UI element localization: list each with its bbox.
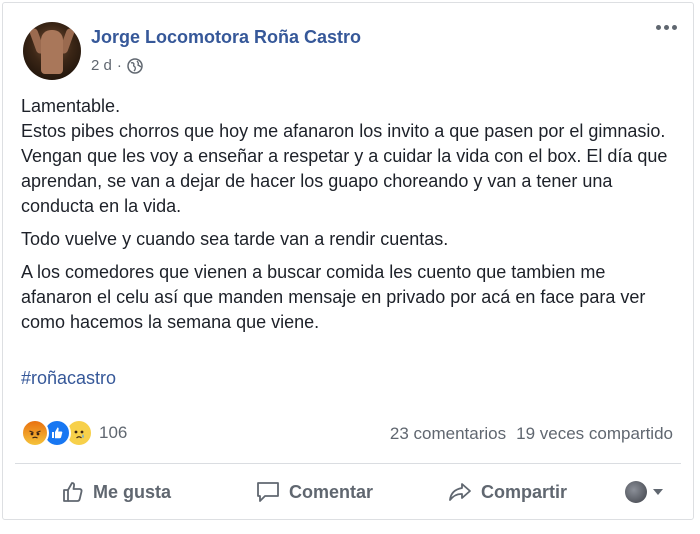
more-dot [664, 25, 669, 30]
globe-icon[interactable] [127, 57, 143, 74]
post-paragraph: Lamentable. [21, 96, 121, 116]
reaction-count[interactable]: 106 [99, 423, 127, 443]
comment-bubble-icon [255, 480, 281, 504]
thumbs-up-icon [61, 480, 85, 504]
angry-reaction-icon [21, 419, 49, 447]
shares-count-link[interactable]: 19 veces compartido [516, 424, 673, 444]
post-timestamp[interactable]: 2 d [91, 57, 112, 74]
page-avatar [625, 481, 647, 503]
like-button[interactable]: Me gusta [61, 480, 171, 504]
comment-button-label: Comentar [289, 481, 374, 502]
like-button-label: Me gusta [93, 481, 172, 502]
avatar-figure [41, 30, 63, 74]
post-paragraph: A los comedores que vienen a buscar comi… [21, 262, 646, 332]
author-name[interactable]: Jorge Locomotora Roña Castro [91, 27, 361, 48]
post-body: Lamentable. Estos pibes chorros que hoy … [21, 94, 681, 343]
post-card: Jorge Locomotora Roña Castro 2 d · Lamen… [2, 2, 694, 520]
share-button-label: Compartir [481, 481, 568, 502]
post-stats: 23 comentarios 19 veces compartido [390, 424, 673, 444]
meta-separator: · [116, 57, 122, 74]
actions-divider [15, 463, 681, 464]
more-options-icon[interactable] [656, 25, 677, 30]
post-paragraph: Todo vuelve y cuando sea tarde van a ren… [21, 229, 449, 249]
reactions-summary[interactable]: 106 [21, 419, 127, 447]
more-dot [656, 25, 661, 30]
chevron-down-icon [653, 489, 663, 495]
hashtag-link[interactable]: #roñacastro [21, 368, 116, 389]
share-button[interactable]: Compartir [447, 480, 567, 504]
more-dot [672, 25, 677, 30]
comments-count-link[interactable]: 23 comentarios [390, 424, 506, 444]
comment-button[interactable]: Comentar [255, 480, 373, 504]
reaction-as-selector[interactable] [625, 481, 663, 503]
post-meta: 2 d · [91, 57, 143, 74]
share-arrow-icon [447, 480, 473, 504]
post-actions-bar: Me gusta Comentar Compartir [15, 469, 681, 515]
author-avatar[interactable] [23, 22, 81, 80]
post-paragraph: Estos pibes chorros que hoy me afanaron … [21, 121, 668, 216]
